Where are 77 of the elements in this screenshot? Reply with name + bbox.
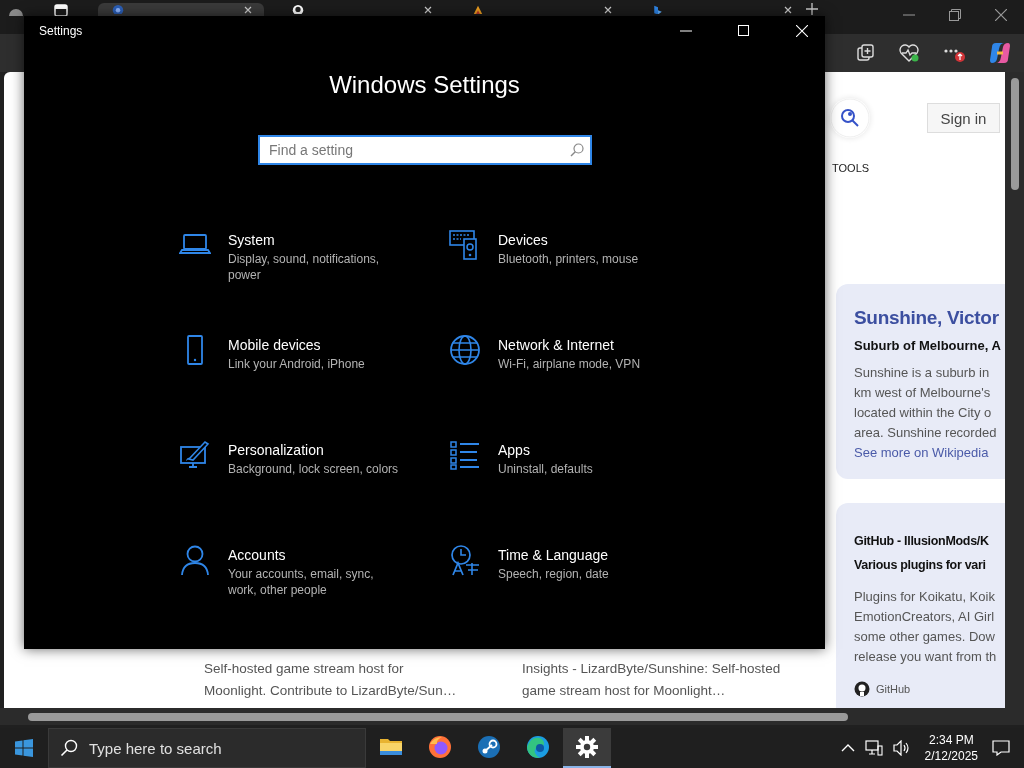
card-title[interactable]: Sunshine, Victor: [854, 306, 1005, 330]
category-description: Bluetooth, printers, mouse: [498, 251, 640, 267]
category-title[interactable]: Time & Language: [498, 546, 688, 564]
category-title[interactable]: System: [228, 231, 418, 249]
restore-icon[interactable]: [949, 9, 961, 21]
github-icon: [854, 681, 870, 697]
collections-icon[interactable]: [856, 43, 876, 63]
close-icon[interactable]: [244, 6, 252, 14]
horizontal-scrollbar[interactable]: [0, 708, 1024, 725]
category-title[interactable]: Apps: [498, 441, 688, 459]
network-icon[interactable]: [864, 740, 883, 756]
tools-link[interactable]: TOOLS: [832, 162, 1005, 174]
category-description: Link your Android, iPhone: [228, 356, 366, 372]
category-description: Background, lock screen, colors: [228, 461, 400, 477]
person-icon[interactable]: [179, 544, 211, 576]
taskbar-search-field[interactable]: Type here to search: [48, 728, 366, 768]
copilot-icon[interactable]: [988, 41, 1012, 65]
search-field[interactable]: Find a setting: [258, 135, 592, 165]
card-text-line: km west of Melbourne's: [854, 384, 992, 402]
page-heading: Windows Settings: [329, 70, 520, 100]
close-icon[interactable]: [784, 6, 792, 14]
health-heart-icon[interactable]: [898, 43, 920, 63]
card-text-line: Sunshine is a suburb in: [854, 364, 991, 382]
category-title[interactable]: Personalization: [228, 441, 418, 459]
new-tab-icon[interactable]: [806, 3, 818, 15]
close-icon[interactable]: [604, 6, 612, 14]
category-title[interactable]: Network & Internet: [498, 336, 688, 354]
workspaces-icon[interactable]: [54, 4, 68, 16]
clock-date: 2/12/2025: [924, 748, 978, 764]
chevron-up-icon[interactable]: [840, 743, 855, 753]
clock-time: 2:34 PM: [927, 732, 975, 748]
globe-icon[interactable]: [449, 334, 481, 366]
snippet-line: Self-hosted game stream host for: [204, 660, 404, 678]
category-title[interactable]: Devices: [498, 231, 688, 249]
card-title[interactable]: GitHub - IllusionMods/K: [854, 529, 1005, 553]
snippet-line: Insights - LizardByte/Sunshine: Self-hosted: [522, 660, 781, 678]
card-text-line: EmotionCreators, AI Girl: [854, 608, 996, 626]
volume-icon[interactable]: [892, 740, 911, 756]
firefox-icon: [428, 735, 452, 759]
category-title[interactable]: Mobile devices: [228, 336, 418, 354]
category-title[interactable]: Accounts: [228, 546, 418, 564]
notifications-icon[interactable]: [992, 740, 1010, 756]
close-icon[interactable]: [995, 9, 1007, 21]
card-text-line: release you want from th: [854, 648, 998, 666]
close-icon[interactable]: [424, 6, 432, 14]
edge-icon: [526, 735, 550, 759]
category-description: Uninstall, defaults: [498, 461, 594, 477]
window-title: Settings: [39, 23, 83, 38]
category-description: Speech, region, date: [498, 566, 610, 582]
search-engine-icon: [652, 4, 664, 14]
search-icon: [60, 739, 78, 757]
snippet-line: game stream host for Moonlight…: [522, 682, 726, 700]
clock[interactable]: 2:34 PM 2/12/2025: [924, 732, 978, 764]
github-icon: [292, 4, 304, 14]
category-description: Wi-Fi, airplane mode, VPN: [498, 356, 642, 372]
monitor-brush-icon[interactable]: [179, 439, 211, 471]
card-text-line: area. Sunshine recorded: [854, 424, 998, 442]
source-label: GitHub: [876, 683, 911, 695]
list-icon[interactable]: [449, 439, 481, 471]
category-description: Your accounts, email, sync, work, other people: [228, 566, 375, 598]
wikipedia-link[interactable]: See more on Wikipedia: [854, 443, 1005, 463]
category-description: Display, sound, notifications, power: [228, 251, 381, 283]
card-text-line: some other games. Dow: [854, 628, 996, 646]
search-tools-icon[interactable]: [830, 98, 870, 138]
card-subtitle: Suburb of Melbourne, A: [854, 338, 1002, 353]
card-text-line: Plugins for Koikatu, Koik: [854, 588, 996, 606]
taskbar-app-button[interactable]: [563, 728, 611, 768]
snippet-line: Moonlight. Contribute to LizardByte/Sun…: [204, 682, 457, 700]
steam-icon: [477, 735, 501, 759]
clock-language-icon[interactable]: [449, 544, 481, 576]
card-text-line: located within the City o: [854, 404, 993, 422]
maximize-icon[interactable]: [738, 24, 750, 37]
site-icon: [112, 4, 124, 14]
site-icon: [472, 4, 484, 14]
sign-in-button[interactable]: Sign in: [927, 103, 1000, 133]
search-icon: [570, 143, 584, 157]
card-title[interactable]: Various plugins for vari: [854, 553, 1005, 577]
